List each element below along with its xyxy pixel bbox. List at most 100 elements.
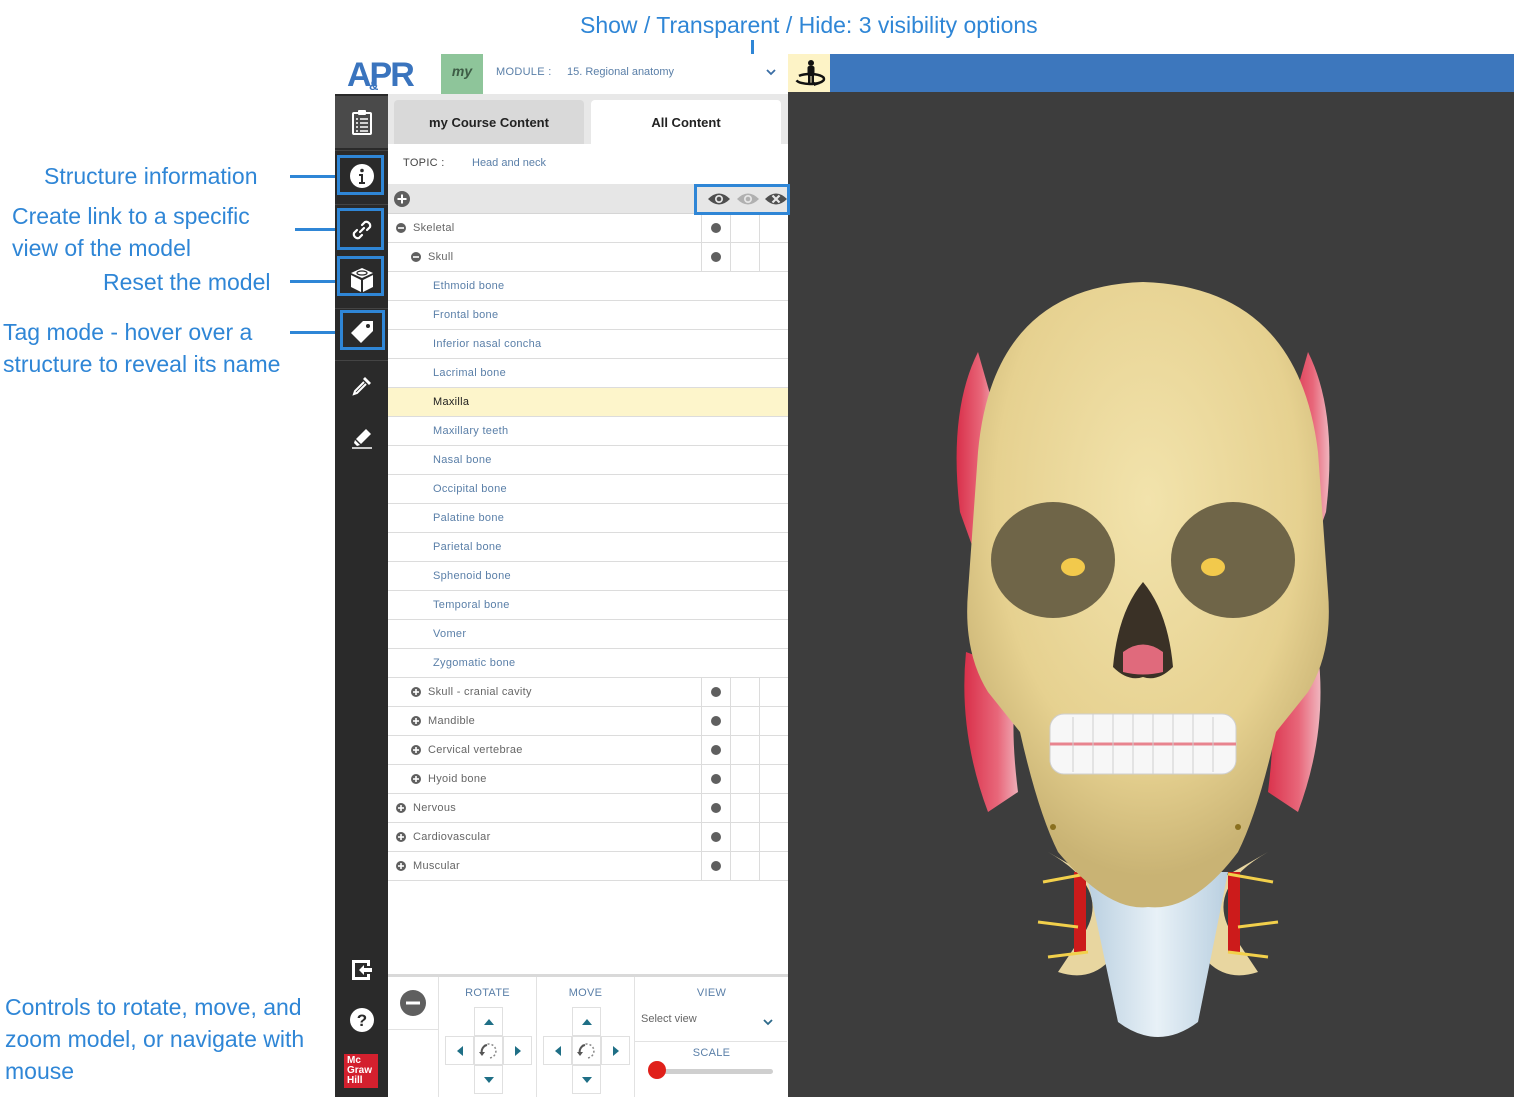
visibility-hide-cell[interactable] — [759, 243, 788, 271]
sidebar-assignments-button[interactable] — [335, 96, 388, 148]
visibility-hide-cell[interactable] — [759, 214, 788, 242]
rotate-reset-button[interactable] — [474, 1036, 503, 1065]
tree-row[interactable]: Vomer — [388, 620, 788, 649]
3d-model-viewer[interactable] — [788, 92, 1514, 1097]
visibility-show-cell[interactable] — [701, 243, 730, 271]
visibility-hide-cell[interactable] — [759, 852, 788, 880]
sidebar-help-button[interactable]: ? — [335, 994, 388, 1046]
visibility-transparent-cell[interactable] — [730, 852, 759, 880]
move-up-button[interactable] — [572, 1007, 601, 1036]
tab-my-course-content[interactable]: my Course Content — [394, 100, 584, 144]
tree-row[interactable]: Occipital bone — [388, 475, 788, 504]
visibility-show-cell[interactable] — [701, 736, 730, 764]
visibility-show-cell[interactable] — [701, 765, 730, 793]
expand-icon[interactable] — [396, 803, 406, 813]
chevron-down-icon[interactable] — [763, 64, 779, 80]
tree-row[interactable]: Maxillary teeth — [388, 417, 788, 446]
visibility-show-cell[interactable] — [701, 214, 730, 242]
sidebar-dissect-button[interactable] — [335, 360, 388, 412]
tab-all-content[interactable]: All Content — [591, 100, 781, 144]
tree-row[interactable]: Skull — [388, 243, 788, 272]
select-view-dropdown[interactable]: Select view — [641, 1013, 777, 1025]
tree-row[interactable]: Palatine bone — [388, 504, 788, 533]
expand-icon[interactable] — [411, 745, 421, 755]
chevron-down-icon[interactable] — [761, 1015, 775, 1029]
expand-icon[interactable] — [396, 832, 406, 842]
sidebar-exit-button[interactable] — [335, 944, 388, 996]
tree-row[interactable]: Maxilla — [388, 388, 788, 417]
tree-row[interactable]: Cervical vertebrae — [388, 736, 788, 765]
apr-logo[interactable]: APR & — [347, 56, 415, 95]
tree-row[interactable]: Nervous — [388, 794, 788, 823]
visibility-show-cell[interactable] — [701, 707, 730, 735]
tree-row[interactable]: Skull - cranial cavity — [388, 678, 788, 707]
move-column: MOVE — [536, 977, 634, 1097]
move-reset-button[interactable] — [572, 1036, 601, 1065]
tree-row[interactable]: Zygomatic bone — [388, 649, 788, 678]
expand-icon[interactable] — [411, 687, 421, 697]
zoom-out-icon[interactable] — [400, 990, 426, 1016]
visibility-hide-cell[interactable] — [759, 794, 788, 822]
visibility-show-cell[interactable] — [701, 823, 730, 851]
move-down-button[interactable] — [572, 1065, 601, 1094]
tree-row[interactable]: Temporal bone — [388, 591, 788, 620]
hide-eye-icon[interactable] — [764, 191, 788, 207]
visibility-show-cell[interactable] — [701, 794, 730, 822]
tree-row[interactable]: Nasal bone — [388, 446, 788, 475]
tree-row[interactable]: Mandible — [388, 707, 788, 736]
rotate-up-button[interactable] — [474, 1007, 503, 1036]
visibility-show-cell[interactable] — [701, 678, 730, 706]
rotate-right-button[interactable] — [503, 1036, 532, 1065]
visibility-transparent-cell[interactable] — [730, 214, 759, 242]
visibility-hide-cell[interactable] — [759, 765, 788, 793]
view-mode-button[interactable] — [788, 54, 830, 92]
tree-row-label: Nervous — [413, 802, 457, 814]
tree-row[interactable]: Ethmoid bone — [388, 272, 788, 301]
scale-slider-thumb[interactable] — [648, 1061, 666, 1079]
rotate-left-button[interactable] — [445, 1036, 474, 1065]
sidebar-draw-button[interactable] — [335, 412, 388, 464]
my-badge[interactable]: my — [441, 54, 483, 94]
tree-row[interactable]: Parietal bone — [388, 533, 788, 562]
visibility-transparent-cell[interactable] — [730, 736, 759, 764]
tree-row[interactable]: Skeletal — [388, 214, 788, 243]
tree-row[interactable]: Muscular — [388, 852, 788, 881]
scale-slider-track[interactable] — [655, 1069, 773, 1074]
visibility-transparent-cell[interactable] — [730, 707, 759, 735]
rotate-down-button[interactable] — [474, 1065, 503, 1094]
visibility-transparent-cell[interactable] — [730, 243, 759, 271]
transparent-eye-icon[interactable] — [736, 191, 760, 207]
module-select[interactable]: 15. Regional anatomy — [567, 66, 674, 78]
visibility-hide-cell[interactable] — [759, 707, 788, 735]
sidebar-tag-mode-button[interactable] — [335, 306, 388, 358]
visibility-show-cell[interactable] — [701, 852, 730, 880]
collapse-icon[interactable] — [411, 252, 421, 262]
expand-icon[interactable] — [411, 716, 421, 726]
arrow-up-icon — [581, 1018, 592, 1025]
tree-row[interactable]: Frontal bone — [388, 301, 788, 330]
tree-row[interactable]: Hyoid bone — [388, 765, 788, 794]
collapse-icon[interactable] — [396, 223, 406, 233]
view-label: VIEW — [696, 987, 727, 999]
visibility-transparent-cell[interactable] — [730, 794, 759, 822]
sidebar-structure-info-button[interactable] — [335, 150, 388, 202]
move-left-button[interactable] — [543, 1036, 572, 1065]
sidebar-create-link-button[interactable] — [335, 204, 388, 256]
sidebar-reset-model-button[interactable] — [335, 254, 388, 306]
visibility-hide-cell[interactable] — [759, 823, 788, 851]
visibility-transparent-cell[interactable] — [730, 823, 759, 851]
visibility-transparent-cell[interactable] — [730, 765, 759, 793]
show-eye-icon[interactable] — [707, 191, 731, 207]
expand-icon[interactable] — [396, 861, 406, 871]
tree-row[interactable]: Lacrimal bone — [388, 359, 788, 388]
tree-row[interactable]: Inferior nasal concha — [388, 330, 788, 359]
move-right-button[interactable] — [601, 1036, 630, 1065]
visibility-hide-cell[interactable] — [759, 678, 788, 706]
expand-all-icon[interactable] — [394, 191, 410, 207]
topic-select[interactable]: Head and neck — [472, 157, 546, 169]
expand-icon[interactable] — [411, 774, 421, 784]
tree-row[interactable]: Sphenoid bone — [388, 562, 788, 591]
visibility-transparent-cell[interactable] — [730, 678, 759, 706]
tree-row[interactable]: Cardiovascular — [388, 823, 788, 852]
visibility-hide-cell[interactable] — [759, 736, 788, 764]
